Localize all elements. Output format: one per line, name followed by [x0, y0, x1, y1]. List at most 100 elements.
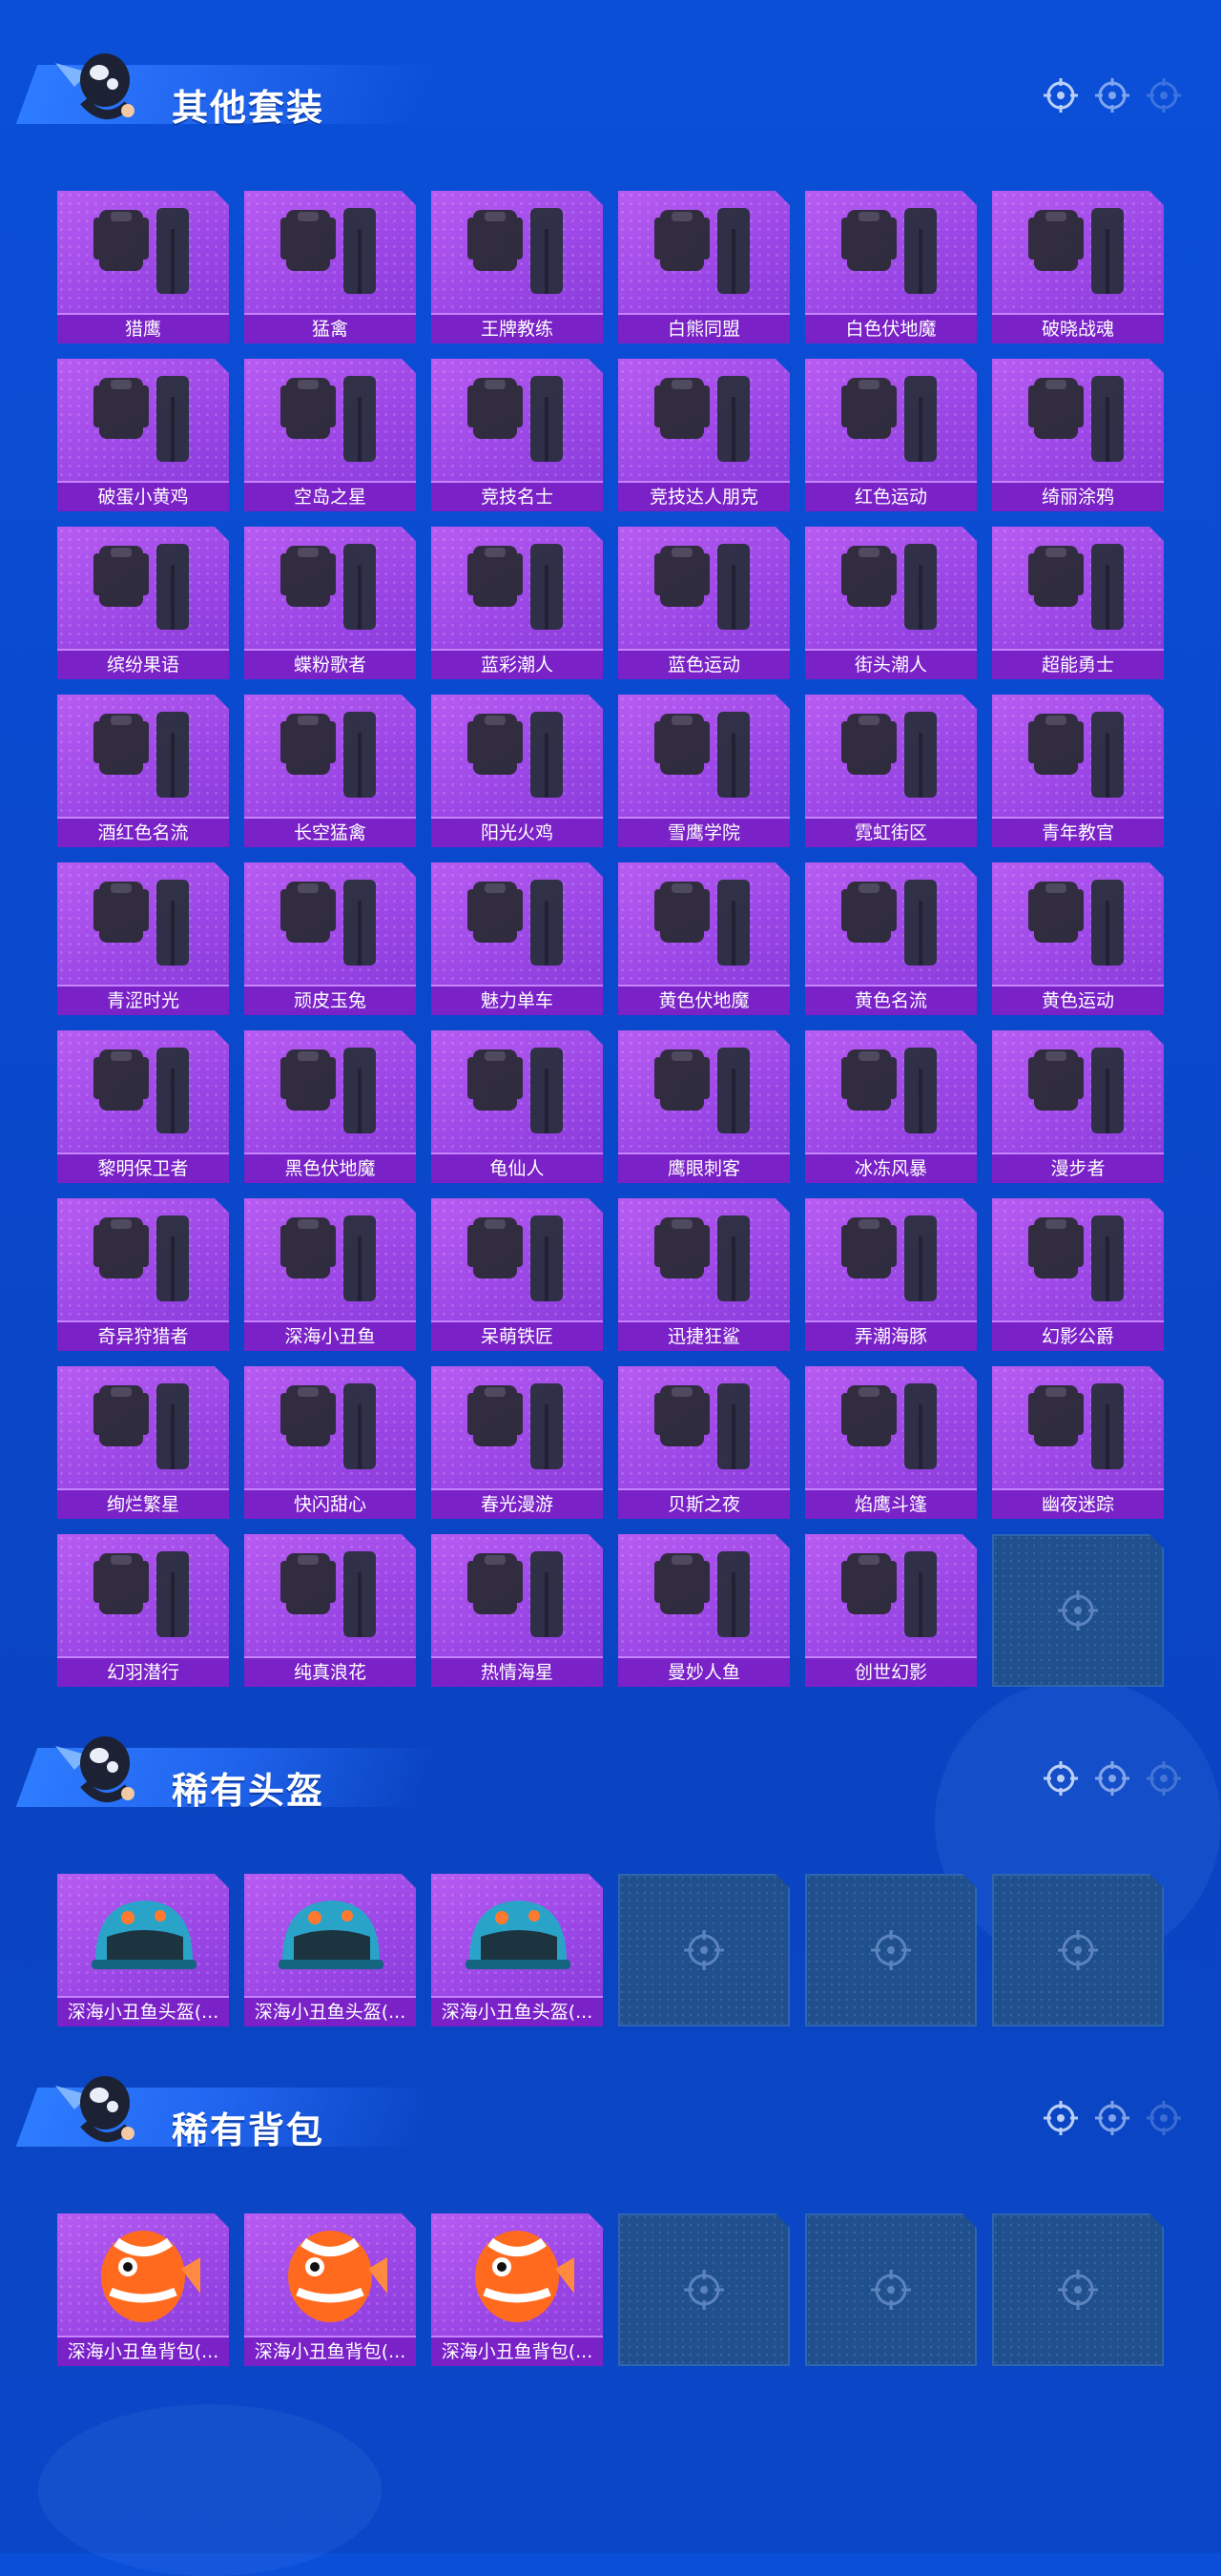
outfit-card[interactable]: 幽夜迷踪: [992, 1366, 1164, 1519]
outfit-card[interactable]: 热情海星: [431, 1534, 603, 1687]
outfit-name: 猛禽: [244, 313, 416, 343]
outfit-name: 雪鹰学院: [618, 817, 790, 847]
outfit-card[interactable]: 呆萌铁匠: [431, 1198, 603, 1351]
crosshair-icon: [1095, 1761, 1129, 1796]
section-title: 其他套装: [172, 87, 325, 129]
backpack-card[interactable]: 深海小丑鱼背包(...: [244, 2213, 416, 2366]
outfit-card[interactable]: 蓝彩潮人: [431, 527, 603, 679]
outfit-card[interactable]: 冰冻风暴: [805, 1030, 977, 1183]
outfit-card[interactable]: 蝶粉歌者: [244, 527, 416, 679]
outfit-card[interactable]: 鹰眼刺客: [618, 1030, 790, 1183]
outfit-card[interactable]: 街头潮人: [805, 527, 977, 679]
backpack-name: 深海小丑鱼背包(...: [244, 2336, 416, 2366]
empty-slot: [992, 1874, 1164, 2026]
outfit-name: 青年教官: [992, 817, 1164, 847]
outfit-name: 呆萌铁匠: [431, 1320, 603, 1351]
outfit-card[interactable]: 酒红色名流: [57, 695, 229, 847]
outfit-name: 缤纷果语: [57, 649, 229, 679]
outfit-card[interactable]: 魅力单车: [431, 862, 603, 1015]
outfit-card[interactable]: 焰鹰斗篷: [805, 1366, 977, 1519]
outfit-name: 幻影公爵: [992, 1320, 1164, 1351]
empty-slot: [805, 2213, 977, 2366]
outfit-image: [1028, 1383, 1124, 1469]
outfit-name: 黄色运动: [992, 985, 1164, 1015]
outfit-card[interactable]: 竞技名士: [431, 359, 603, 511]
outfit-card[interactable]: 竞技达人朋克: [618, 359, 790, 511]
mascot-icon: [55, 53, 135, 119]
outfit-card[interactable]: 白熊同盟: [618, 191, 790, 343]
outfit-card[interactable]: 纯真浪花: [244, 1534, 416, 1687]
outfit-card[interactable]: 猎鹰: [57, 191, 229, 343]
outfit-card[interactable]: 雪鹰学院: [618, 695, 790, 847]
header-markers: [1042, 1759, 1183, 1797]
outfit-card[interactable]: 阳光火鸡: [431, 695, 603, 847]
outfit-image: [93, 712, 189, 798]
crosshair-icon: [684, 1930, 724, 1970]
outfit-card[interactable]: 黄色伏地魔: [618, 862, 790, 1015]
outfit-card[interactable]: 黄色名流: [805, 862, 977, 1015]
outfit-card[interactable]: 空岛之星: [244, 359, 416, 511]
outfit-name: 红色运动: [805, 481, 977, 511]
outfit-image: [280, 544, 376, 630]
empty-slot: [618, 1874, 790, 2026]
empty-slot: [618, 2213, 790, 2366]
outfit-card[interactable]: 蓝色运动: [618, 527, 790, 679]
outfit-card[interactable]: 曼妙人鱼: [618, 1534, 790, 1687]
outfit-card[interactable]: 青涩时光: [57, 862, 229, 1015]
outfit-card[interactable]: 深海小丑鱼: [244, 1198, 416, 1351]
outfit-image: [654, 880, 750, 966]
outfit-card[interactable]: 长空猛禽: [244, 695, 416, 847]
outfit-card[interactable]: 霓虹街区: [805, 695, 977, 847]
backpack-image: [288, 2231, 387, 2322]
helmet-card[interactable]: 深海小丑鱼头盔(...: [244, 1874, 416, 2026]
outfit-card[interactable]: 幻影公爵: [992, 1198, 1164, 1351]
outfit-card[interactable]: 红色运动: [805, 359, 977, 511]
outfit-card[interactable]: 绚烂繁星: [57, 1366, 229, 1519]
backpack-card[interactable]: 深海小丑鱼背包(...: [57, 2213, 229, 2366]
outfit-name: 青涩时光: [57, 985, 229, 1015]
outfit-card[interactable]: 绮丽涂鸦: [992, 359, 1164, 511]
outfit-card[interactable]: 贝斯之夜: [618, 1366, 790, 1519]
outfit-name: 王牌教练: [431, 313, 603, 343]
outfit-card[interactable]: 黄色运动: [992, 862, 1164, 1015]
outfit-card[interactable]: 猛禽: [244, 191, 416, 343]
helmet-card[interactable]: 深海小丑鱼头盔(...: [57, 1874, 229, 2026]
backpack-card[interactable]: 深海小丑鱼背包(...: [431, 2213, 603, 2366]
outfit-image: [654, 1215, 750, 1301]
outfit-image: [280, 1551, 376, 1637]
outfit-name: 空岛之星: [244, 481, 416, 511]
crosshair-icon: [1147, 78, 1181, 113]
outfit-card[interactable]: 破蛋小黄鸡: [57, 359, 229, 511]
helmet-card[interactable]: 深海小丑鱼头盔(...: [431, 1874, 603, 2026]
outfit-card[interactable]: 缤纷果语: [57, 527, 229, 679]
section-title: 稀有头盔: [172, 1770, 325, 1812]
outfit-image: [93, 544, 189, 630]
outfit-image: [93, 208, 189, 294]
outfit-card[interactable]: 龟仙人: [431, 1030, 603, 1183]
outfit-name: 霓虹街区: [805, 817, 977, 847]
outfit-card[interactable]: 破晓战魂: [992, 191, 1164, 343]
outfit-card[interactable]: 顽皮玉兔: [244, 862, 416, 1015]
crosshair-icon: [871, 1930, 911, 1970]
backpack-image: [475, 2231, 574, 2322]
outfit-card[interactable]: 弄潮海豚: [805, 1198, 977, 1351]
outfit-name: 弄潮海豚: [805, 1320, 977, 1351]
backpack-name: 深海小丑鱼背包(...: [431, 2336, 603, 2366]
outfit-card[interactable]: 创世幻影: [805, 1534, 977, 1687]
outfit-card[interactable]: 超能勇士: [992, 527, 1164, 679]
outfit-card[interactable]: 黑色伏地魔: [244, 1030, 416, 1183]
outfit-card[interactable]: 青年教官: [992, 695, 1164, 847]
outfit-card[interactable]: 迅捷狂鲨: [618, 1198, 790, 1351]
outfit-card[interactable]: 王牌教练: [431, 191, 603, 343]
outfit-card[interactable]: 春光漫游: [431, 1366, 603, 1519]
helmets-section: 稀有头盔 深海小丑鱼头盔(... 深海小丑鱼头盔(... 深海小丑鱼头盔(...: [0, 1683, 1221, 2026]
outfit-image: [654, 1551, 750, 1637]
outfit-card[interactable]: 黎明保卫者: [57, 1030, 229, 1183]
outfit-card[interactable]: 幻羽潜行: [57, 1534, 229, 1687]
outfit-card[interactable]: 快闪甜心: [244, 1366, 416, 1519]
section-title: 稀有背包: [172, 2109, 325, 2151]
outfit-card[interactable]: 奇异狩猎者: [57, 1198, 229, 1351]
outfit-image: [280, 376, 376, 462]
outfit-card[interactable]: 白色伏地魔: [805, 191, 977, 343]
outfit-card[interactable]: 漫步者: [992, 1030, 1164, 1183]
